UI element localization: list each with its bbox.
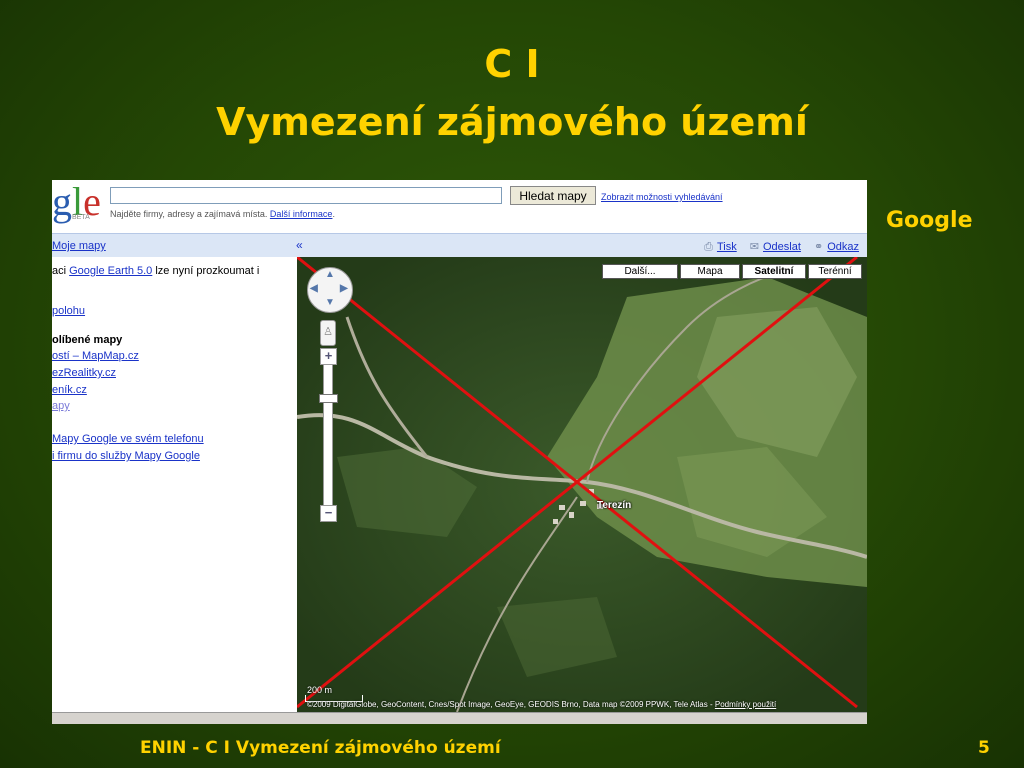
mobile-maps-link[interactable]: Mapy Google ve svém telefonu: [52, 433, 204, 445]
map-type-map-button[interactable]: Mapa: [680, 264, 740, 279]
satellite-map[interactable]: Další... Mapa Satelitní Terénní ▲ ◀ ▶ ▼ …: [297, 257, 867, 712]
add-business-link[interactable]: i firmu do služby Mapy Google: [52, 450, 200, 462]
promo-prefix: aci: [52, 265, 67, 277]
footer-text: ENIN - C I Vymezení zájmového území: [140, 738, 501, 758]
map-type-terrain-button[interactable]: Terénní: [808, 264, 862, 279]
page-number: 5: [978, 738, 990, 758]
pan-right-icon[interactable]: ▶: [340, 283, 348, 294]
promo-suffix: lze nyní prozkoumat i: [155, 265, 260, 277]
map-attribution: ©2009 DigitalGlobe, GeoContent, Cnes/Spo…: [307, 700, 776, 709]
toolbar: Moje mapy « ⎙ Tisk ✉ Odeslat ⚭ Odkaz: [52, 233, 867, 257]
satellite-imagery: [297, 257, 867, 712]
attribution-text: ©2009 DigitalGlobe, GeoContent, Cnes/Spo…: [307, 700, 713, 709]
print-link[interactable]: Tisk: [717, 241, 737, 253]
slide-title-line2: Vymezení zájmového území: [216, 100, 808, 144]
favorite-link-1[interactable]: ostí – MapMap.cz: [52, 350, 139, 362]
pan-left-icon[interactable]: ◀: [310, 283, 318, 294]
search-input[interactable]: [110, 187, 502, 204]
my-maps-link[interactable]: Moje mapy: [52, 240, 106, 252]
beta-badge: BETA: [72, 214, 90, 221]
pan-control[interactable]: ▲ ◀ ▶ ▼: [307, 267, 353, 313]
map-actions: ⎙ Tisk ✉ Odeslat ⚭ Odkaz: [694, 240, 859, 254]
collapse-panel-icon[interactable]: «: [296, 238, 303, 252]
scale-label: 200 m: [307, 685, 333, 695]
envelope-icon[interactable]: ✉: [750, 241, 759, 253]
place-label: Terezín: [597, 500, 632, 511]
zoom-slider[interactable]: [323, 357, 333, 515]
more-info-link[interactable]: Další informace: [270, 209, 333, 219]
left-panel: aci Google Earth 5.0 lze nyní prozkoumat…: [52, 257, 296, 712]
map-type-satellite-button[interactable]: Satelitní: [742, 264, 806, 279]
terms-link[interactable]: Podmínky použití: [715, 700, 776, 709]
favorite-link-4[interactable]: apy: [52, 400, 70, 412]
link-link[interactable]: Odkaz: [827, 241, 859, 253]
favorites-heading: olíbené mapy: [52, 334, 123, 346]
pegman-icon[interactable]: ♙: [320, 320, 336, 346]
send-link[interactable]: Odeslat: [763, 241, 801, 253]
favorite-link-2[interactable]: ezRealitky.cz: [52, 367, 116, 379]
source-label: Google: [886, 208, 973, 233]
window-bottom-strip: [52, 712, 867, 724]
pan-down-icon[interactable]: ▼: [325, 297, 335, 308]
earth-promo: aci Google Earth 5.0 lze nyní prozkoumat…: [52, 265, 259, 277]
favorite-link-3[interactable]: eník.cz: [52, 384, 87, 396]
google-earth-link[interactable]: Google Earth 5.0: [69, 265, 152, 277]
pan-up-icon[interactable]: ▲: [325, 269, 335, 280]
search-hint: Najděte firmy, adresy a zajímavá místa. …: [110, 209, 335, 219]
map-type-more-button[interactable]: Další...: [602, 264, 678, 279]
zoom-handle[interactable]: [319, 394, 338, 403]
zoom-in-button[interactable]: +: [320, 348, 337, 365]
zoom-out-button[interactable]: −: [320, 505, 337, 522]
chain-link-icon[interactable]: ⚭: [814, 241, 823, 253]
print-icon[interactable]: ⎙: [704, 241, 713, 253]
google-maps-screenshot: gle BETA Hledat mapy Zobrazit možnosti v…: [52, 180, 867, 724]
slide-title-line1: C I: [484, 42, 540, 86]
location-link[interactable]: polohu: [52, 305, 85, 317]
search-options-link[interactable]: Zobrazit možnosti vyhledávání: [601, 192, 723, 202]
search-maps-button[interactable]: Hledat mapy: [510, 186, 596, 205]
hint-text: Najděte firmy, adresy a zajímavá místa.: [110, 209, 268, 219]
